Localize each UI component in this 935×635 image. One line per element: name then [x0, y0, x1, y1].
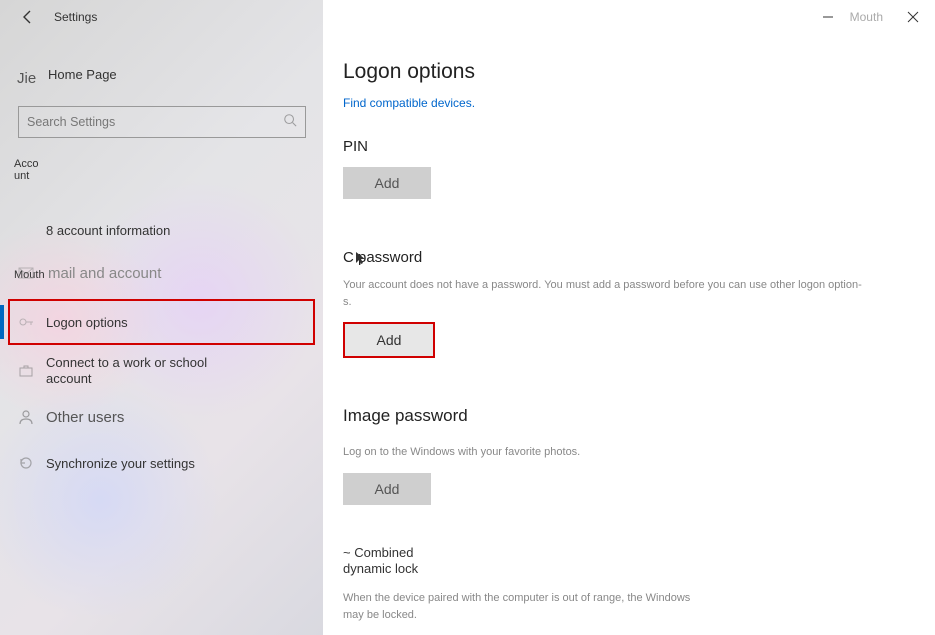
content-pane: Mouth Logon options Find compatible devi… — [323, 0, 935, 635]
section-pin-title: PIN — [343, 138, 915, 155]
section-dynamic-lock-desc: When the device paired with the computer… — [343, 590, 703, 623]
sidebar-item-work-school[interactable]: Connect to a work or school account — [0, 348, 323, 394]
person-icon — [18, 409, 34, 425]
ghost-text-right: Mouth — [850, 10, 883, 24]
sidebar-item-label: Synchronize your settings — [46, 456, 195, 471]
section-image-password-title: Image password — [343, 406, 915, 426]
titlebar-right: Mouth — [806, 0, 935, 34]
sidebar: Settings Jie Ac­count Mouth Home Page 8 … — [0, 0, 323, 635]
sidebar-item-account-info[interactable]: 8 account information — [0, 210, 323, 250]
close-icon — [907, 11, 919, 23]
settings-window: Settings Jie Ac­count Mouth Home Page 8 … — [0, 0, 935, 635]
page-title: Logon options — [343, 60, 915, 84]
home-link[interactable]: Home Page — [48, 67, 117, 82]
sidebar-item-mail-account[interactable]: mail and account — [0, 250, 323, 296]
section-password-title: C password — [343, 249, 422, 266]
titlebar-left: Settings — [0, 0, 323, 34]
sidebar-item-label: 8 account information — [46, 223, 170, 238]
mail-icon — [18, 265, 34, 281]
sidebar-item-label: Connect to a work or school account — [46, 355, 246, 386]
sidebar-item-other-users[interactable]: Other users — [0, 394, 323, 440]
ghost-text-account: Ac­count — [14, 158, 44, 182]
nav-list: 8 account information mail and account L… — [0, 210, 323, 486]
search-input[interactable] — [27, 115, 283, 129]
key-icon — [18, 314, 34, 330]
section-password: C password Your account does not have a … — [343, 249, 915, 358]
sidebar-item-label: mail and account — [46, 265, 161, 282]
section-image-password-desc: Log on to the Windows with your favorite… — [343, 444, 863, 461]
sync-icon — [18, 455, 34, 471]
section-dynamic-lock: ~ Combined dy­namic lock When the device… — [343, 545, 915, 624]
sidebar-item-sync-settings[interactable]: Synchronize your settings — [0, 440, 323, 486]
arrow-left-icon — [20, 9, 36, 25]
password-add-button[interactable]: Add — [343, 322, 435, 358]
close-button[interactable] — [891, 0, 935, 34]
minimize-icon — [822, 11, 834, 23]
window-title: Settings — [54, 10, 97, 24]
image-password-add-button[interactable]: Add — [343, 473, 431, 505]
ghost-text-jie: Jie — [17, 70, 36, 87]
briefcase-icon — [18, 363, 34, 379]
section-dynamic-lock-title: ~ Combined dy­namic lock — [343, 545, 433, 579]
sidebar-item-label: Logon options — [46, 315, 128, 330]
sidebar-item-logon-options[interactable]: Logon options — [8, 299, 315, 345]
cursor-icon — [355, 251, 367, 265]
search-icon — [283, 113, 297, 132]
section-password-desc: Your account does not have a password. Y… — [343, 277, 863, 310]
section-pin: PIN Add — [343, 138, 915, 199]
section-image-password: Image password Log on to the Windows wit… — [343, 406, 915, 505]
back-button[interactable] — [18, 7, 38, 27]
minimize-button[interactable] — [806, 0, 850, 34]
search-box[interactable] — [18, 106, 306, 138]
sidebar-item-label: Other users — [46, 409, 124, 426]
compatible-devices-link[interactable]: Find compatible devices. — [343, 96, 475, 110]
pin-add-button[interactable]: Add — [343, 167, 431, 199]
